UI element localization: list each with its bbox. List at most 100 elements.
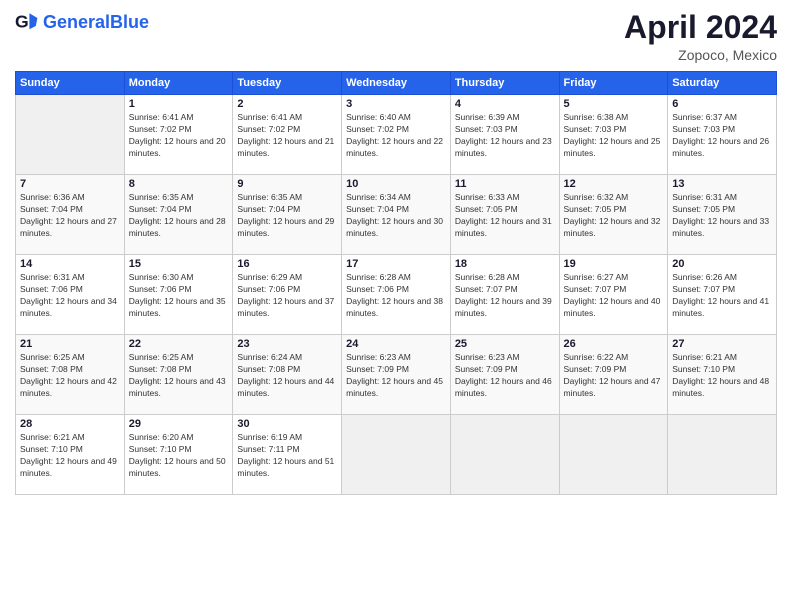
calendar-cell: 16 Sunrise: 6:29 AM Sunset: 7:06 PM Dayl…: [233, 255, 342, 335]
day-number: 6: [672, 98, 772, 110]
day-number: 28: [20, 418, 120, 430]
calendar-cell: 7 Sunrise: 6:36 AM Sunset: 7:04 PM Dayli…: [16, 175, 125, 255]
day-info: Sunrise: 6:24 AM Sunset: 7:08 PM Dayligh…: [237, 352, 337, 400]
title-block: April 2024 Zopoco, Mexico: [624, 10, 777, 63]
day-number: 14: [20, 258, 120, 270]
calendar-week-4: 21 Sunrise: 6:25 AM Sunset: 7:08 PM Dayl…: [16, 335, 777, 415]
calendar-header: Sunday Monday Tuesday Wednesday Thursday…: [16, 72, 777, 95]
calendar-cell: 13 Sunrise: 6:31 AM Sunset: 7:05 PM Dayl…: [668, 175, 777, 255]
calendar-cell: 26 Sunrise: 6:22 AM Sunset: 7:09 PM Dayl…: [559, 335, 668, 415]
calendar-body: 1 Sunrise: 6:41 AM Sunset: 7:02 PM Dayli…: [16, 95, 777, 495]
day-info: Sunrise: 6:33 AM Sunset: 7:05 PM Dayligh…: [455, 192, 555, 240]
day-info: Sunrise: 6:26 AM Sunset: 7:07 PM Dayligh…: [672, 272, 772, 320]
day-info: Sunrise: 6:25 AM Sunset: 7:08 PM Dayligh…: [129, 352, 229, 400]
calendar-cell: 19 Sunrise: 6:27 AM Sunset: 7:07 PM Dayl…: [559, 255, 668, 335]
day-number: 1: [129, 98, 229, 110]
day-number: 29: [129, 418, 229, 430]
calendar-cell: 12 Sunrise: 6:32 AM Sunset: 7:05 PM Dayl…: [559, 175, 668, 255]
col-wednesday: Wednesday: [342, 72, 451, 95]
calendar-cell: 30 Sunrise: 6:19 AM Sunset: 7:11 PM Dayl…: [233, 415, 342, 495]
day-info: Sunrise: 6:31 AM Sunset: 7:05 PM Dayligh…: [672, 192, 772, 240]
day-info: Sunrise: 6:37 AM Sunset: 7:03 PM Dayligh…: [672, 112, 772, 160]
day-number: 9: [237, 178, 337, 190]
calendar-cell: 22 Sunrise: 6:25 AM Sunset: 7:08 PM Dayl…: [124, 335, 233, 415]
day-info: Sunrise: 6:39 AM Sunset: 7:03 PM Dayligh…: [455, 112, 555, 160]
day-number: 22: [129, 338, 229, 350]
calendar-cell: [668, 415, 777, 495]
day-info: Sunrise: 6:23 AM Sunset: 7:09 PM Dayligh…: [455, 352, 555, 400]
day-number: 25: [455, 338, 555, 350]
logo-blue: Blue: [110, 12, 149, 32]
day-info: Sunrise: 6:32 AM Sunset: 7:05 PM Dayligh…: [564, 192, 664, 240]
calendar-cell: 6 Sunrise: 6:37 AM Sunset: 7:03 PM Dayli…: [668, 95, 777, 175]
day-number: 15: [129, 258, 229, 270]
day-number: 2: [237, 98, 337, 110]
col-saturday: Saturday: [668, 72, 777, 95]
header-row: Sunday Monday Tuesday Wednesday Thursday…: [16, 72, 777, 95]
day-info: Sunrise: 6:38 AM Sunset: 7:03 PM Dayligh…: [564, 112, 664, 160]
calendar-cell: 20 Sunrise: 6:26 AM Sunset: 7:07 PM Dayl…: [668, 255, 777, 335]
day-info: Sunrise: 6:22 AM Sunset: 7:09 PM Dayligh…: [564, 352, 664, 400]
calendar-cell: 23 Sunrise: 6:24 AM Sunset: 7:08 PM Dayl…: [233, 335, 342, 415]
day-info: Sunrise: 6:34 AM Sunset: 7:04 PM Dayligh…: [346, 192, 446, 240]
day-info: Sunrise: 6:25 AM Sunset: 7:08 PM Dayligh…: [20, 352, 120, 400]
page: G GeneralBlue April 2024 Zopoco, Mexico …: [0, 0, 792, 612]
calendar-cell: 15 Sunrise: 6:30 AM Sunset: 7:06 PM Dayl…: [124, 255, 233, 335]
day-number: 23: [237, 338, 337, 350]
day-info: Sunrise: 6:27 AM Sunset: 7:07 PM Dayligh…: [564, 272, 664, 320]
day-info: Sunrise: 6:20 AM Sunset: 7:10 PM Dayligh…: [129, 432, 229, 480]
location: Zopoco, Mexico: [624, 47, 777, 63]
day-number: 20: [672, 258, 772, 270]
day-number: 26: [564, 338, 664, 350]
calendar-cell: 17 Sunrise: 6:28 AM Sunset: 7:06 PM Dayl…: [342, 255, 451, 335]
calendar-week-3: 14 Sunrise: 6:31 AM Sunset: 7:06 PM Dayl…: [16, 255, 777, 335]
calendar-cell: [16, 95, 125, 175]
calendar-cell: 28 Sunrise: 6:21 AM Sunset: 7:10 PM Dayl…: [16, 415, 125, 495]
logo-icon: G: [15, 10, 39, 34]
calendar-cell: 4 Sunrise: 6:39 AM Sunset: 7:03 PM Dayli…: [450, 95, 559, 175]
day-number: 7: [20, 178, 120, 190]
day-info: Sunrise: 6:19 AM Sunset: 7:11 PM Dayligh…: [237, 432, 337, 480]
day-info: Sunrise: 6:28 AM Sunset: 7:06 PM Dayligh…: [346, 272, 446, 320]
calendar-cell: 14 Sunrise: 6:31 AM Sunset: 7:06 PM Dayl…: [16, 255, 125, 335]
day-number: 19: [564, 258, 664, 270]
logo: G GeneralBlue: [15, 10, 149, 34]
day-number: 11: [455, 178, 555, 190]
calendar-cell: 21 Sunrise: 6:25 AM Sunset: 7:08 PM Dayl…: [16, 335, 125, 415]
col-monday: Monday: [124, 72, 233, 95]
calendar-week-5: 28 Sunrise: 6:21 AM Sunset: 7:10 PM Dayl…: [16, 415, 777, 495]
logo-general: General: [43, 12, 110, 32]
calendar-cell: 3 Sunrise: 6:40 AM Sunset: 7:02 PM Dayli…: [342, 95, 451, 175]
day-number: 16: [237, 258, 337, 270]
calendar-cell: [559, 415, 668, 495]
day-number: 24: [346, 338, 446, 350]
logo-text: GeneralBlue: [43, 12, 149, 33]
day-number: 12: [564, 178, 664, 190]
day-info: Sunrise: 6:35 AM Sunset: 7:04 PM Dayligh…: [129, 192, 229, 240]
calendar-cell: 24 Sunrise: 6:23 AM Sunset: 7:09 PM Dayl…: [342, 335, 451, 415]
col-thursday: Thursday: [450, 72, 559, 95]
calendar-week-2: 7 Sunrise: 6:36 AM Sunset: 7:04 PM Dayli…: [16, 175, 777, 255]
month-title: April 2024: [624, 10, 777, 45]
day-number: 30: [237, 418, 337, 430]
calendar-cell: 1 Sunrise: 6:41 AM Sunset: 7:02 PM Dayli…: [124, 95, 233, 175]
svg-text:G: G: [15, 12, 29, 32]
day-number: 8: [129, 178, 229, 190]
day-info: Sunrise: 6:41 AM Sunset: 7:02 PM Dayligh…: [129, 112, 229, 160]
day-number: 3: [346, 98, 446, 110]
calendar-cell: [450, 415, 559, 495]
calendar-cell: 10 Sunrise: 6:34 AM Sunset: 7:04 PM Dayl…: [342, 175, 451, 255]
day-info: Sunrise: 6:41 AM Sunset: 7:02 PM Dayligh…: [237, 112, 337, 160]
day-number: 10: [346, 178, 446, 190]
col-sunday: Sunday: [16, 72, 125, 95]
day-number: 18: [455, 258, 555, 270]
day-number: 4: [455, 98, 555, 110]
calendar-cell: 18 Sunrise: 6:28 AM Sunset: 7:07 PM Dayl…: [450, 255, 559, 335]
header: G GeneralBlue April 2024 Zopoco, Mexico: [15, 10, 777, 63]
day-number: 21: [20, 338, 120, 350]
day-info: Sunrise: 6:21 AM Sunset: 7:10 PM Dayligh…: [20, 432, 120, 480]
day-info: Sunrise: 6:29 AM Sunset: 7:06 PM Dayligh…: [237, 272, 337, 320]
col-friday: Friday: [559, 72, 668, 95]
calendar-cell: 25 Sunrise: 6:23 AM Sunset: 7:09 PM Dayl…: [450, 335, 559, 415]
day-info: Sunrise: 6:23 AM Sunset: 7:09 PM Dayligh…: [346, 352, 446, 400]
